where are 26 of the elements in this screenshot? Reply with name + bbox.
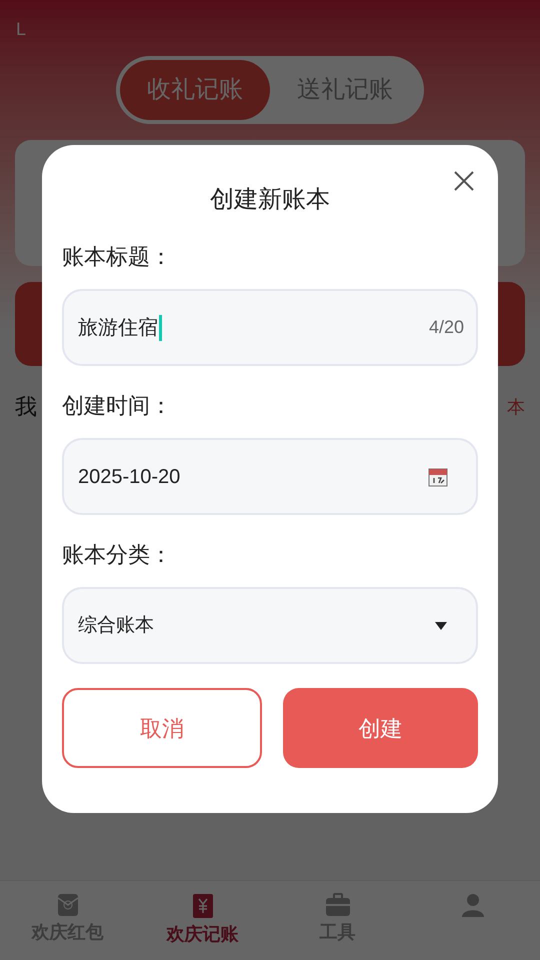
cancel-button[interactable]: 取消 bbox=[62, 688, 262, 768]
date-field[interactable]: 2025-10-20 bbox=[62, 438, 478, 515]
ledger-icon bbox=[192, 893, 214, 919]
nav-tab[interactable]: 欢庆记账 bbox=[135, 881, 270, 960]
create-button[interactable]: 创建 bbox=[282, 688, 478, 768]
field-label: 创建时间： bbox=[62, 392, 173, 420]
person-icon bbox=[460, 893, 484, 917]
calendar-icon[interactable] bbox=[428, 466, 448, 486]
envelope-icon bbox=[56, 893, 78, 917]
field-value: 2025-10-20 bbox=[78, 464, 182, 490]
books-link[interactable]: 本 bbox=[507, 394, 525, 423]
dialog-title: 创建新账本 bbox=[210, 185, 330, 215]
status-text: L bbox=[16, 19, 26, 39]
dropdown-arrow-icon[interactable] bbox=[434, 620, 448, 630]
field-value: 旅游住宿 bbox=[78, 314, 162, 340]
field-label: 账本分类： bbox=[62, 541, 173, 569]
category-select[interactable]: 综合账本 bbox=[62, 587, 478, 664]
field-value: 综合账本 bbox=[78, 614, 155, 638]
close-icon bbox=[454, 171, 474, 191]
input-field[interactable]: 旅游住宿 4/20 bbox=[62, 289, 478, 366]
section-title: 我 bbox=[15, 393, 37, 421]
field-label: 账本标题： bbox=[62, 243, 173, 271]
segment-tab[interactable]: 收礼记账 bbox=[120, 60, 270, 120]
character-counter: 4/20 bbox=[428, 317, 464, 337]
toolbox-icon bbox=[324, 893, 350, 917]
close-button[interactable] bbox=[452, 169, 476, 193]
